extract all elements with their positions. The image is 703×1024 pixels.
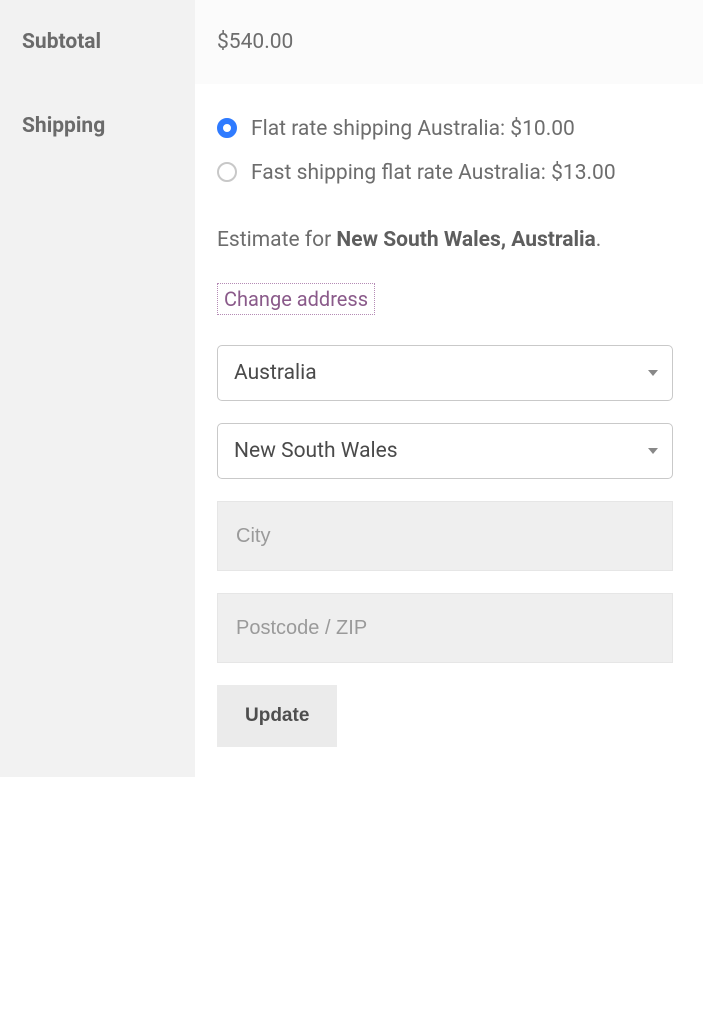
shipping-option[interactable]: Fast shipping flat rate Australia: $13.0… (217, 158, 673, 188)
city-input[interactable] (217, 501, 673, 571)
country-value: Australia (234, 361, 317, 385)
state-value: New South Wales (234, 439, 398, 463)
subtotal-row: Subtotal $540.00 (0, 0, 703, 84)
shipping-label: Shipping (0, 84, 195, 777)
chevron-down-icon (648, 370, 658, 376)
subtotal-label: Subtotal (0, 0, 195, 84)
shipping-estimate: Estimate for New South Wales, Australia. (217, 225, 673, 255)
chevron-down-icon (648, 448, 658, 454)
estimate-prefix: Estimate for (217, 228, 336, 252)
shipping-options: Flat rate shipping Australia: $10.00 Fas… (217, 114, 673, 189)
radio-unselected-icon[interactable] (217, 162, 237, 182)
change-address-link[interactable]: Change address (217, 283, 375, 315)
estimate-location: New South Wales, Australia (336, 228, 595, 252)
state-select[interactable]: New South Wales (217, 423, 673, 479)
shipping-option[interactable]: Flat rate shipping Australia: $10.00 (217, 114, 673, 144)
estimate-suffix: . (596, 228, 602, 252)
shipping-option-label: Flat rate shipping Australia: $10.00 (251, 114, 673, 144)
country-select[interactable]: Australia (217, 345, 673, 401)
update-button[interactable]: Update (217, 685, 337, 747)
postcode-input[interactable] (217, 593, 673, 663)
shipping-row: Shipping Flat rate shipping Australia: $… (0, 84, 703, 777)
shipping-option-label: Fast shipping flat rate Australia: $13.0… (251, 158, 673, 188)
radio-selected-icon[interactable] (217, 118, 237, 138)
subtotal-value: $540.00 (217, 30, 293, 54)
